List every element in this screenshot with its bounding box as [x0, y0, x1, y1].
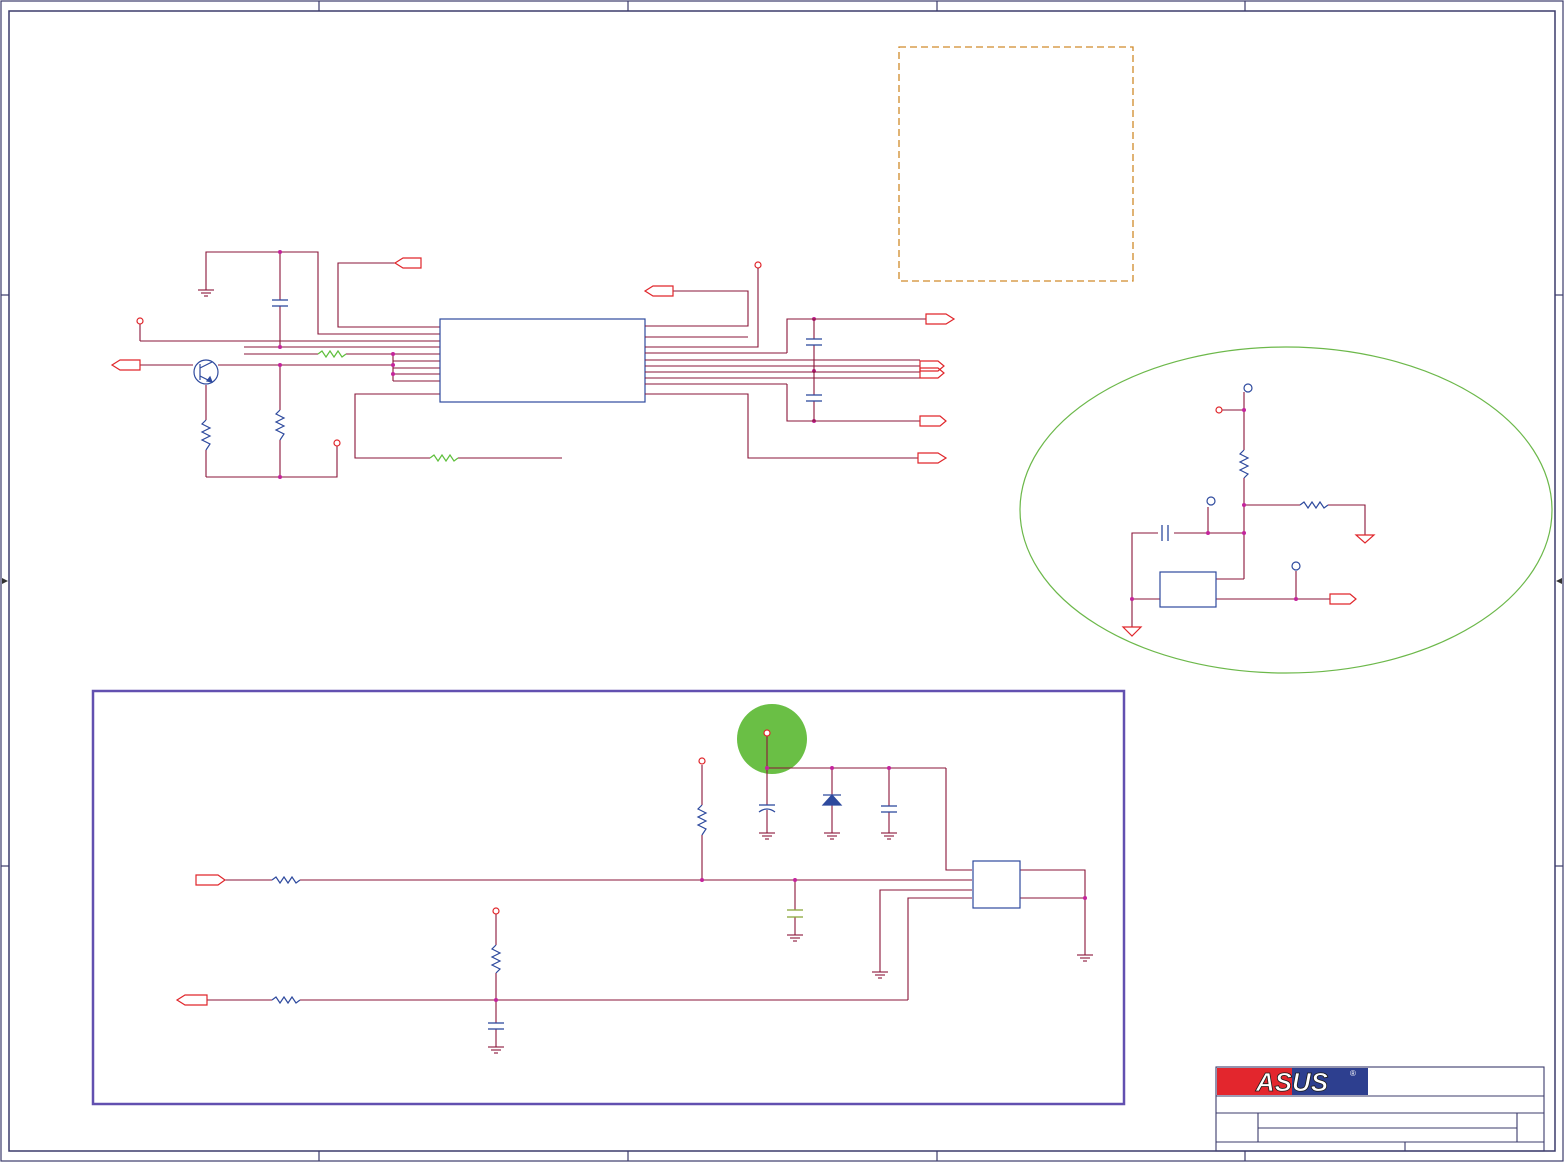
port-arrow-icon — [393, 257, 422, 269]
ic-block-main — [439, 318, 646, 403]
resistor-icon — [271, 995, 301, 1005]
resistor-icon — [1238, 449, 1250, 479]
ground-icon — [759, 832, 775, 840]
resistor-icon — [429, 453, 459, 463]
resistor-icon — [490, 944, 502, 974]
ground-icon — [1077, 954, 1093, 962]
capacitor-icon — [1161, 525, 1169, 541]
registered-mark: ® — [1350, 1069, 1356, 1078]
ground-icon — [787, 934, 803, 942]
capacitor-icon — [272, 299, 288, 307]
port-arrow-icon — [925, 313, 956, 325]
capacitor-icon — [806, 338, 822, 346]
schematic-sheet: ASUS ® — [0, 0, 1564, 1162]
ground-icon — [872, 971, 888, 979]
diode-icon — [821, 794, 843, 806]
capacitor-icon — [488, 1022, 504, 1030]
resistor-icon — [271, 875, 301, 885]
port-arrow-icon — [195, 874, 227, 886]
ic-block-lower — [972, 860, 1021, 909]
sheet-frame — [0, 0, 1564, 1162]
ellipse-pins — [1206, 383, 1301, 571]
capacitor-icon — [881, 805, 897, 813]
resistor-icon — [200, 419, 212, 451]
resistor-icon — [1299, 500, 1329, 510]
port-arrow-icon — [917, 452, 948, 464]
lower-circuit — [207, 736, 1086, 1047]
ground-icon — [488, 1046, 504, 1054]
ground-icon — [1354, 534, 1376, 544]
ic-block-ellipse — [1159, 571, 1217, 608]
highlight-ellipse — [1019, 346, 1553, 674]
asus-logo-text: ASUS — [1255, 1067, 1329, 1097]
left-center-arrow-icon — [2, 578, 8, 584]
port-arrow-icon — [1329, 593, 1357, 605]
capacitor-icon — [806, 394, 822, 402]
ground-icon — [1121, 626, 1143, 637]
capacitor-icon — [787, 909, 803, 918]
port-arrows-right — [643, 285, 956, 464]
port-arrow-icon — [175, 994, 208, 1006]
port-arrow-icon — [643, 285, 674, 297]
ground-icon — [824, 832, 840, 840]
resistor-icon — [696, 804, 708, 836]
ground-icon — [198, 289, 214, 297]
npn-transistor-icon — [193, 359, 219, 385]
right-center-arrow-icon — [1556, 578, 1562, 584]
ic-right-nets — [645, 268, 926, 459]
ground-icon — [881, 832, 897, 840]
reserved-area-box — [898, 46, 1134, 282]
port-arrow-icon — [919, 367, 945, 379]
asus-logo: ASUS ® — [1217, 1067, 1368, 1097]
resistor-icon — [317, 349, 347, 359]
lower-pins — [492, 729, 771, 915]
port-arrow-icon — [919, 415, 947, 427]
resistor-icon — [274, 409, 286, 441]
highlight-dot — [737, 704, 807, 774]
port-arrow-icon — [110, 359, 141, 371]
